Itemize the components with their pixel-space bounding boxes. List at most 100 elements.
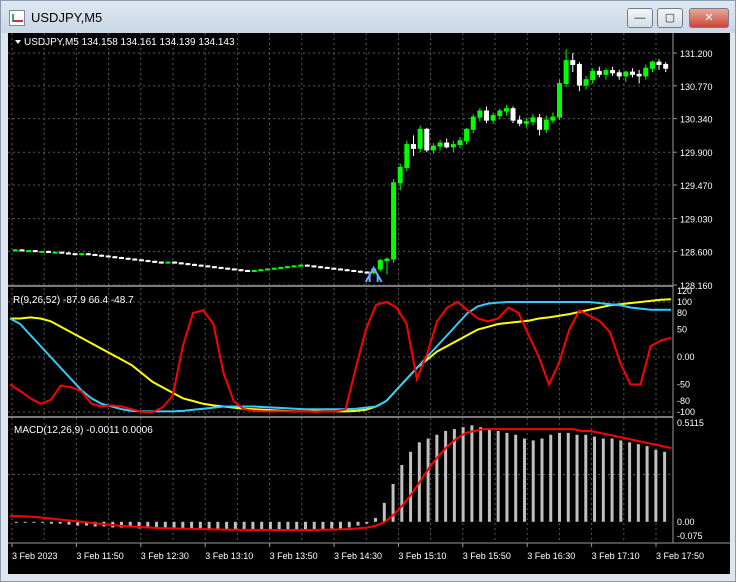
candle-body bbox=[205, 265, 211, 268]
candle-body bbox=[450, 144, 456, 148]
macd-panel-header: MACD(12,26,9) -0.0011 0.0006 bbox=[14, 425, 153, 436]
candle-body bbox=[411, 144, 416, 149]
candle-body bbox=[656, 61, 662, 65]
macd-histogram-bar bbox=[321, 521, 325, 530]
candle-body bbox=[132, 258, 138, 261]
candle-body bbox=[649, 61, 655, 69]
candle-body bbox=[59, 251, 65, 254]
candle-body bbox=[138, 259, 144, 262]
candle-body bbox=[19, 249, 25, 252]
rsi-tick-label: 100 bbox=[677, 297, 692, 307]
macd-histogram-bar bbox=[382, 502, 386, 522]
macd-histogram-bar bbox=[593, 436, 597, 522]
macd-histogram-bar bbox=[277, 521, 281, 531]
time-tick-label: 3 Feb 17:50 bbox=[656, 551, 704, 561]
macd-histogram-bar bbox=[601, 438, 605, 522]
candle-body bbox=[357, 270, 363, 273]
candle-body bbox=[550, 116, 556, 121]
macd-histogram-bar bbox=[549, 434, 553, 522]
macd-tick-label: 0.00 bbox=[677, 517, 695, 527]
candle-body bbox=[464, 128, 470, 142]
candle-body bbox=[497, 110, 503, 117]
time-tick-label: 3 Feb 13:10 bbox=[205, 551, 253, 561]
macd-histogram-bar bbox=[67, 521, 71, 525]
rsi-tick-label: -80 bbox=[677, 396, 690, 406]
macd-histogram-bar bbox=[461, 427, 465, 522]
candle-body bbox=[484, 110, 489, 121]
candle-body bbox=[238, 269, 244, 272]
candle-body bbox=[271, 267, 277, 270]
candle-body bbox=[145, 260, 151, 263]
candle-body bbox=[583, 79, 589, 86]
macd-histogram-bar bbox=[575, 434, 579, 522]
candle-body bbox=[537, 117, 543, 130]
price-tick-label: 129.900 bbox=[680, 148, 713, 158]
price-tick-label: 131.200 bbox=[680, 49, 713, 59]
candle-body bbox=[338, 268, 343, 271]
macd-histogram-bar bbox=[479, 427, 483, 522]
macd-layer bbox=[10, 425, 672, 532]
macd-histogram-bar bbox=[374, 518, 378, 522]
candle-body bbox=[79, 253, 85, 256]
candle-body bbox=[26, 250, 32, 253]
price-tick-label: 129.470 bbox=[680, 181, 713, 191]
title-bar[interactable]: USDJPY,M5 — ▢ ✕ bbox=[1, 1, 735, 33]
macd-histogram-bar bbox=[558, 432, 561, 522]
candle-body bbox=[52, 251, 58, 254]
candle-body bbox=[119, 257, 124, 260]
price-tick-label: 128.600 bbox=[680, 247, 713, 257]
time-tick-label: 3 Feb 17:10 bbox=[592, 551, 640, 561]
rsi-layer bbox=[9, 298, 672, 414]
chart-svg[interactable]: 131.200 130.770 130.340 129.900 129.470 129.0… bbox=[8, 33, 730, 574]
candle-body bbox=[517, 119, 523, 124]
candle-body bbox=[444, 142, 450, 148]
time-tick-label: 3 Feb 12:30 bbox=[141, 551, 189, 561]
macd-histogram-bar bbox=[636, 444, 640, 522]
candle-body bbox=[46, 250, 51, 253]
macd-histogram-bar bbox=[41, 521, 45, 523]
candle-body bbox=[557, 83, 562, 118]
candle-body bbox=[185, 263, 191, 266]
candle-body bbox=[324, 266, 330, 269]
candle-body bbox=[477, 110, 483, 118]
chart-area[interactable]: 131.200 130.770 130.340 129.900 129.470 129.0… bbox=[8, 33, 730, 574]
minimize-button[interactable]: — bbox=[627, 8, 653, 28]
candle-body bbox=[211, 266, 217, 269]
price-tick-label: 129.030 bbox=[680, 215, 713, 225]
close-button[interactable]: ✕ bbox=[689, 8, 729, 28]
macd-histogram-bar bbox=[645, 446, 649, 522]
macd-histogram-bar bbox=[540, 438, 544, 522]
candle-body bbox=[32, 250, 38, 253]
time-tick-label: 3 Feb 15:10 bbox=[398, 551, 446, 561]
time-tick-label: 3 Feb 2023 bbox=[12, 551, 58, 561]
candle-body bbox=[663, 63, 669, 69]
macd-histogram-bar bbox=[522, 438, 526, 522]
macd-histogram-bar bbox=[14, 521, 18, 523]
candle-body bbox=[105, 255, 111, 258]
macd-histogram-bar bbox=[470, 425, 474, 522]
macd-histogram-bar bbox=[23, 521, 27, 523]
maximize-button[interactable]: ▢ bbox=[657, 8, 683, 28]
candle-body bbox=[424, 128, 430, 151]
candle-body bbox=[298, 264, 304, 267]
macd-histogram-bar bbox=[365, 521, 369, 524]
candle-body bbox=[610, 70, 616, 74]
collapse-triangle-icon[interactable] bbox=[15, 40, 21, 44]
price-tick-label: 130.340 bbox=[680, 115, 713, 125]
candle-body bbox=[490, 115, 496, 121]
candle-body bbox=[172, 261, 178, 264]
candle-body bbox=[510, 108, 516, 121]
candle-body bbox=[39, 250, 45, 253]
time-tick-label: 3 Feb 14:30 bbox=[334, 551, 382, 561]
candle-body bbox=[364, 271, 370, 274]
candle-body bbox=[570, 60, 576, 65]
candle-body bbox=[623, 71, 629, 77]
macd-histogram-bar bbox=[628, 442, 632, 522]
candle-body bbox=[530, 117, 536, 123]
candle-body bbox=[643, 67, 649, 77]
macd-histogram-bar bbox=[496, 430, 500, 522]
candle-body bbox=[152, 260, 158, 263]
macd-histogram-bar bbox=[356, 521, 360, 526]
macd-histogram-bar bbox=[49, 521, 53, 524]
macd-histogram-bar bbox=[400, 465, 404, 522]
